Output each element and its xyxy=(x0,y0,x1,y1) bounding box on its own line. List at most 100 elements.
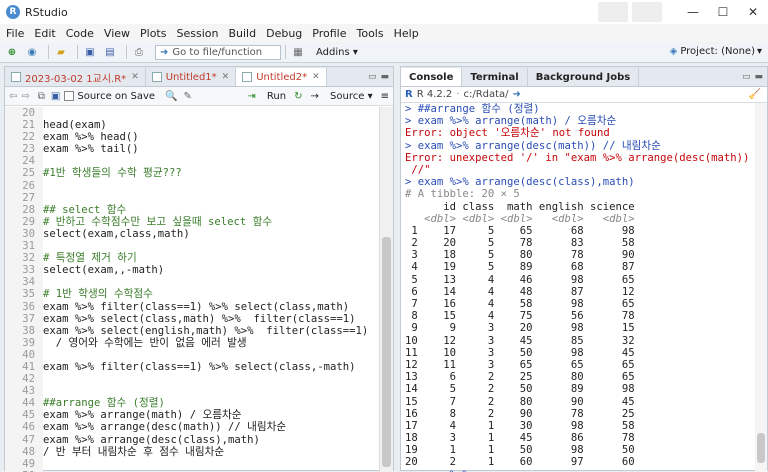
source-button[interactable]: → Source ▾ xyxy=(310,91,372,102)
line-number: 26 xyxy=(22,179,35,192)
menu-build[interactable]: Build xyxy=(228,27,256,40)
minimize-pane-icon[interactable]: ▭ xyxy=(368,72,377,82)
goto-dir-icon[interactable]: ➜ xyxy=(513,89,521,100)
new-file-icon[interactable]: ⊕ xyxy=(4,45,20,59)
code-area[interactable]: 20 21 head(exam) 22 exam %>% head() 23 exam %>… xyxy=(5,107,380,472)
console-tabs: Console Terminal Background Jobs ▭ ▬ xyxy=(401,67,767,87)
window-placeholder-2 xyxy=(632,2,662,22)
menu-profile[interactable]: Profile xyxy=(312,27,346,40)
menu-file[interactable]: File xyxy=(6,27,24,40)
console-header: R R 4.2.2 · c:/Rdata/ ➜ 🧹 xyxy=(401,87,767,103)
console-scrollbar[interactable] xyxy=(755,103,767,472)
close-icon[interactable]: ✕ xyxy=(738,5,768,19)
open-file-icon[interactable]: ▰ xyxy=(53,45,69,59)
close-tab-icon[interactable]: ✕ xyxy=(312,72,320,82)
line-number: 45 xyxy=(22,409,35,422)
magic-wand-icon[interactable]: ✎ xyxy=(184,91,192,102)
tab-background-jobs[interactable]: Background Jobs xyxy=(528,68,640,86)
source-on-save-checkbox[interactable] xyxy=(64,91,75,101)
show-in-window-icon[interactable]: ⧉ xyxy=(38,91,45,102)
maximize-pane-icon[interactable]: ▬ xyxy=(380,72,389,82)
goto-file-input[interactable]: ➜ Go to file/function xyxy=(155,44,281,60)
console-line: 3 18 5 80 78 90 xyxy=(405,249,635,262)
code-text: select(exam,class,math) xyxy=(43,227,190,240)
menu-view[interactable]: View xyxy=(104,27,130,40)
r-file-icon xyxy=(242,72,253,82)
new-project-icon[interactable]: ◉ xyxy=(24,45,40,59)
line-number: 29 xyxy=(22,215,35,228)
code-line: 29 # 반하고 수학점수만 보고 싶을때 select 함수 xyxy=(5,216,380,228)
code-text: #1반 학생들의 수학 평균??? xyxy=(43,167,182,180)
console-output[interactable]: > ##arrange 함수 (정렬) > exam %>% arrange(ma… xyxy=(405,103,755,472)
code-line: 46 exam %>% arrange(desc(math)) // 내림차순 xyxy=(5,421,380,433)
rerun-icon[interactable]: ↻ xyxy=(294,91,302,102)
forward-icon[interactable]: ⇨ xyxy=(21,91,29,102)
clear-console-icon[interactable]: 🧹 xyxy=(749,89,761,100)
rstudio-logo-icon: R xyxy=(6,5,20,19)
editor-toolbar: ⇦ ⇨ ⧉ ▣ Source on Save 🔍 ✎ ⇥ Run ↻ → Sou… xyxy=(5,87,393,106)
print-icon[interactable]: ⎙ xyxy=(131,45,147,59)
menu-plots[interactable]: Plots xyxy=(140,27,166,40)
console-pane: Console Terminal Background Jobs ▭ ▬ R R 4… xyxy=(400,66,768,472)
line-number: 24 xyxy=(22,155,35,168)
close-tab-icon[interactable]: ✕ xyxy=(131,72,139,82)
addins-menu[interactable]: Addins ▾ xyxy=(316,47,358,58)
console-line: 9 9 3 20 98 15 xyxy=(405,322,635,335)
run-button[interactable]: ⇥ Run xyxy=(239,91,286,102)
console-line: 6 14 4 48 87 12 xyxy=(405,285,635,298)
menu-session[interactable]: Session xyxy=(176,27,218,40)
menu-tools[interactable]: Tools xyxy=(356,27,383,40)
maximize-icon[interactable]: ☐ xyxy=(708,5,738,19)
back-icon[interactable]: ⇦ xyxy=(9,91,17,102)
menu-debug[interactable]: Debug xyxy=(266,27,302,40)
code-line: 40 xyxy=(5,349,380,361)
search-icon[interactable]: 🔍 xyxy=(165,91,177,102)
line-number: 42 xyxy=(22,373,35,386)
save-doc-icon[interactable]: ▣ xyxy=(51,91,60,102)
menu-code[interactable]: Code xyxy=(66,27,94,40)
window-placeholder-1 xyxy=(598,2,628,22)
save-all-icon[interactable]: ▤ xyxy=(102,45,118,59)
line-number: 46 xyxy=(22,421,35,434)
code-line: 20 xyxy=(5,107,380,119)
maximize-console-icon[interactable]: ▬ xyxy=(754,72,763,82)
grid-icon[interactable]: ▦ xyxy=(290,45,306,59)
console-line: 13 6 2 25 80 65 xyxy=(405,371,635,384)
code-line: 22 exam %>% head() xyxy=(5,131,380,143)
save-icon[interactable]: ▣ xyxy=(82,45,98,59)
console-line: 11 10 3 50 98 45 xyxy=(405,346,635,359)
r-file-icon xyxy=(11,72,21,82)
line-number: 43 xyxy=(22,385,35,398)
code-line: 37 exam %>% select(class,math) %>% filter… xyxy=(5,313,380,325)
console-line: 1 17 5 65 68 98 xyxy=(405,224,635,237)
menu-help[interactable]: Help xyxy=(394,27,419,40)
console-line: > exam %>% arrange(desc(math)) // 내림차순 xyxy=(405,139,661,152)
minimize-icon[interactable]: — xyxy=(678,5,708,19)
console-line: 4 19 5 89 68 87 xyxy=(405,261,635,274)
console-line: 19 1 1 50 98 50 xyxy=(405,444,635,457)
console-path[interactable]: c:/Rdata/ xyxy=(463,89,508,100)
tab-console[interactable]: Console xyxy=(401,68,463,86)
editor-scrollbar[interactable] xyxy=(379,107,393,472)
line-number: 27 xyxy=(22,191,35,204)
line-number: 39 xyxy=(22,336,35,349)
code-text: # 반하고 수학점수만 보고 싶을때 select 함수 xyxy=(43,215,273,228)
code-text: exam %>% select(english,math) %>% filter… xyxy=(43,324,369,337)
tab-terminal[interactable]: Terminal xyxy=(462,68,528,86)
console-line: Error: object '오름차순' not found xyxy=(405,127,610,140)
line-number: 37 xyxy=(22,312,35,325)
console-line: //" xyxy=(405,163,431,176)
editor-tab[interactable]: 2023-03-02 1교시.R* ✕ xyxy=(5,68,146,86)
minimize-console-icon[interactable]: ▭ xyxy=(742,72,751,82)
code-line: 23 exam %>% tail() xyxy=(5,143,380,155)
editor-tab[interactable]: Untitled1* ✕ xyxy=(145,68,237,86)
line-number: 40 xyxy=(22,348,35,361)
outline-icon[interactable]: ≡ xyxy=(381,91,389,102)
editor-tab[interactable]: Untitled2* ✕ xyxy=(236,68,327,86)
menu-edit[interactable]: Edit xyxy=(34,27,55,40)
code-text: exam %>% select(class,math) %>% filter(c… xyxy=(43,312,356,325)
console-line: 5 13 4 46 98 65 xyxy=(405,273,635,286)
project-menu[interactable]: ◈ Project: (None) ▾ xyxy=(670,46,762,57)
code-line: 33 select(exam,,-math) xyxy=(5,264,380,276)
close-tab-icon[interactable]: ✕ xyxy=(222,72,230,82)
